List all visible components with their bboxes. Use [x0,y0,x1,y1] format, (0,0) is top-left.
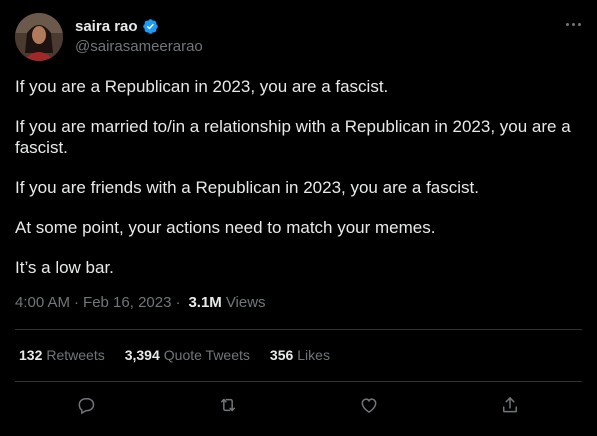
meta-separator: · [175,294,181,311]
share-icon[interactable] [499,394,521,416]
tweet-paragraph: If you are married to/in a relationship … [15,117,571,157]
more-options-icon[interactable] [563,14,583,34]
quote-tweets-count: 3,394 [124,347,160,363]
quote-tweets-label: Quote Tweets [163,347,250,363]
divider [15,381,582,382]
quote-tweets-stat[interactable]: 3,394 Quote Tweets [125,347,250,363]
tweet-paragraph: If you are a Republican in 2023, you are… [15,77,389,96]
author-name-row: saira rao [75,16,159,36]
meta-separator: · [74,294,80,311]
retweets-stat[interactable]: 132 Retweets [19,347,105,363]
tweet-text: If you are a Republican in 2023, you are… [15,76,580,297]
retweets-count: 132 [19,347,43,363]
tweet-paragraph: If you are friends with a Republican in … [15,178,479,197]
avatar[interactable] [15,13,63,61]
tweet-date[interactable]: Feb 16, 2023 [83,294,171,311]
reply-icon[interactable] [75,394,97,416]
like-icon[interactable] [358,394,380,416]
author-handle[interactable]: @sairasameerarao [75,38,203,55]
tweet-paragraph: At some point, your actions need to matc… [15,218,436,237]
likes-stat[interactable]: 356 Likes [270,347,330,363]
views-label: Views [225,294,266,311]
tweet-stats: 132 Retweets 3,394 Quote Tweets 356 Like… [19,347,350,363]
action-bar [0,394,597,418]
likes-count: 356 [269,347,294,363]
tweet-meta: 4:00 AM · Feb 16, 2023 · 3.1M Views [15,294,266,311]
verified-badge-icon [142,18,158,34]
author-name[interactable]: saira rao [75,18,138,35]
tweet-time[interactable]: 4:00 AM [15,294,70,311]
tweet-paragraph: It’s a low bar. [15,258,114,277]
views-count: 3.1M [188,294,222,311]
retweet-icon[interactable] [217,394,239,416]
divider [15,329,582,330]
likes-label: Likes [297,347,330,363]
retweets-label: Retweets [46,347,105,363]
